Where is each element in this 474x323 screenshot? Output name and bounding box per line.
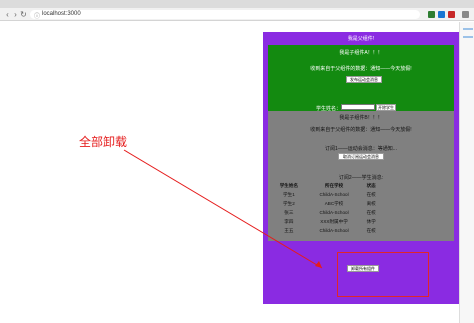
annotation-arrow: [123, 149, 323, 269]
